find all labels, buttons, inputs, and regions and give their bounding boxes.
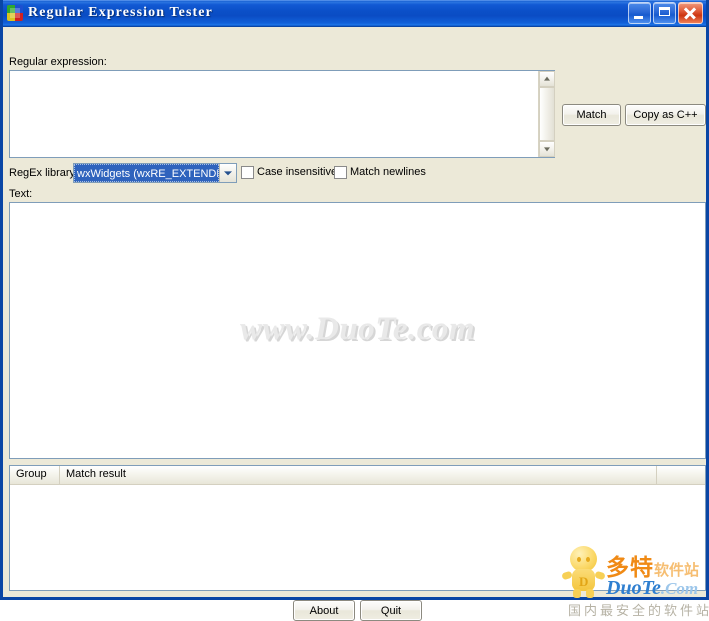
app-icon	[7, 5, 23, 21]
case-insensitive-label: Case insensitive	[257, 166, 338, 178]
match-results-header: Group Match result	[10, 466, 705, 485]
window-title: Regular Expression Tester	[28, 5, 213, 20]
case-insensitive-checkbox[interactable]: Case insensitive	[241, 166, 337, 179]
checkbox-icon	[241, 166, 254, 179]
match-results-rows	[10, 485, 705, 590]
regex-input-container[interactable]	[9, 70, 555, 158]
match-newlines-checkbox[interactable]: Match newlines	[334, 166, 426, 179]
regex-library-selected-value: wxWidgets (wxRE_EXTENDED)	[74, 164, 219, 182]
scroll-down-button[interactable]	[539, 141, 555, 157]
duote-watermark: www.DuoTe.com	[239, 311, 476, 347]
match-results-list[interactable]: Group Match result	[9, 465, 706, 591]
quit-button[interactable]: Quit	[360, 600, 422, 621]
scroll-up-button[interactable]	[539, 71, 555, 87]
column-header-extra[interactable]	[657, 466, 705, 484]
scrollbar-track[interactable]	[539, 87, 555, 141]
close-button[interactable]	[678, 2, 703, 24]
match-newlines-label: Match newlines	[350, 166, 426, 178]
regex-label: Regular expression:	[9, 56, 107, 68]
application-window: Regular Expression Tester Regular expres…	[0, 0, 709, 621]
chevron-up-icon	[544, 76, 550, 81]
maximize-button[interactable]	[653, 2, 676, 24]
minimize-button[interactable]	[628, 2, 651, 24]
regex-input[interactable]	[10, 71, 539, 157]
text-label: Text:	[9, 188, 33, 200]
copy-as-cpp-button[interactable]: Copy as C++	[625, 104, 706, 126]
scrollbar-thumb[interactable]	[539, 87, 555, 141]
column-header-match-result[interactable]: Match result	[60, 466, 657, 484]
checkbox-icon	[334, 166, 347, 179]
regex-library-select[interactable]: wxWidgets (wxRE_EXTENDED)	[73, 163, 237, 183]
regex-library-label: RegEx library:	[9, 167, 79, 179]
regex-scrollbar[interactable]	[538, 71, 555, 157]
regex-library-dropdown-button[interactable]	[219, 164, 236, 182]
minimize-icon	[634, 16, 643, 19]
maximize-icon	[659, 7, 670, 16]
duote-slogan: 国内最安全的软件站	[568, 603, 709, 618]
match-button[interactable]: Match	[562, 104, 621, 126]
chevron-down-icon	[544, 147, 550, 152]
dialog-client-area: Regular expression: Match Copy as C++ Re…	[3, 27, 709, 621]
column-header-group[interactable]: Group	[10, 466, 60, 484]
window-controls	[628, 2, 706, 24]
about-button[interactable]: About	[293, 600, 355, 621]
text-input[interactable]: www.DuoTe.com	[9, 202, 706, 459]
chevron-down-icon	[224, 171, 232, 176]
title-bar[interactable]: Regular Expression Tester	[3, 0, 706, 27]
